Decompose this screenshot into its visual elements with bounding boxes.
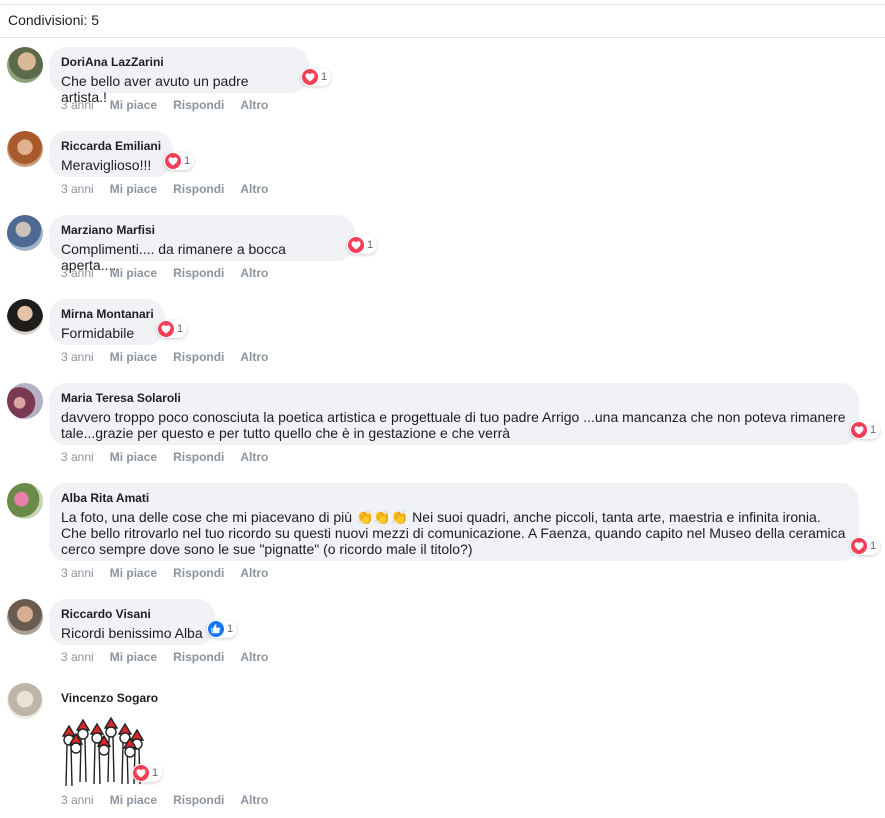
comment-time[interactable]: 3 anni — [61, 98, 94, 112]
more-link[interactable]: Altro — [240, 350, 268, 364]
reaction-badge[interactable]: 1 — [132, 764, 163, 782]
reaction-badge[interactable]: 1 — [207, 620, 238, 638]
reaction-count: 1 — [870, 540, 877, 552]
like-link[interactable]: Mi piace — [110, 350, 157, 364]
comment-time[interactable]: 3 anni — [61, 182, 94, 196]
like-link[interactable]: Mi piace — [110, 650, 157, 664]
comment-actions: 3 anni Mi piace Rispondi Altro — [61, 350, 284, 364]
comment-actions: 3 anni Mi piace Rispondi Altro — [61, 450, 284, 464]
like-link[interactable]: Mi piace — [110, 793, 157, 807]
reaction-count: 1 — [227, 623, 234, 635]
comment-author[interactable]: DoriAna LazZarini — [61, 54, 297, 70]
avatar[interactable] — [7, 299, 43, 335]
divider — [0, 37, 885, 38]
avatar[interactable] — [7, 383, 43, 419]
reaction-badge[interactable]: 1 — [301, 68, 332, 86]
more-link[interactable]: Altro — [240, 650, 268, 664]
comment-actions: 3 anni Mi piace Rispondi Altro — [61, 650, 284, 664]
love-reaction-icon — [133, 765, 149, 781]
more-link[interactable]: Altro — [240, 450, 268, 464]
love-reaction-icon — [302, 69, 318, 85]
comment-author[interactable]: Maria Teresa Solaroli — [61, 390, 847, 406]
top-border — [0, 0, 885, 5]
comment-author[interactable]: Riccarda Emiliani — [61, 138, 161, 154]
reply-link[interactable]: Rispondi — [173, 182, 224, 196]
reply-link[interactable]: Rispondi — [173, 650, 224, 664]
comment-bubble: Vincenzo Sogaro — [49, 683, 179, 707]
comment-bubble: DoriAna LazZarini Che bello aver avuto u… — [49, 47, 309, 105]
comment-bubble: Marziano Marfisi Complimenti.... da rima… — [49, 215, 355, 273]
comment-author[interactable]: Riccardo Visani — [61, 606, 203, 622]
like-link[interactable]: Mi piace — [110, 182, 157, 196]
comment-text: davvero troppo poco conosciuta la poetic… — [61, 409, 846, 441]
reply-link[interactable]: Rispondi — [173, 450, 224, 464]
comment-text: La foto, una delle cose che mi piacevano… — [61, 509, 847, 557]
comment-time[interactable]: 3 anni — [61, 566, 94, 580]
love-reaction-icon — [165, 153, 181, 169]
comment-time[interactable]: 3 anni — [61, 350, 94, 364]
comment-text: Ricordi benissimo Alba — [61, 625, 203, 641]
like-link[interactable]: Mi piace — [110, 566, 157, 580]
more-link[interactable]: Altro — [240, 182, 268, 196]
comment-actions: 3 anni Mi piace Rispondi Altro — [61, 98, 284, 112]
comment-bubble: Mirna Montanari Formidabile — [49, 299, 165, 345]
comment-time[interactable]: 3 anni — [61, 793, 94, 807]
avatar[interactable] — [7, 47, 43, 83]
like-link[interactable]: Mi piace — [110, 266, 157, 280]
comment-author[interactable]: Vincenzo Sogaro — [61, 690, 167, 706]
comment-author[interactable]: Alba Rita Amati — [61, 490, 847, 506]
comment-text: Formidabile — [61, 325, 135, 341]
comment-text: Meraviglioso!!! — [61, 157, 152, 173]
comment-text-part: La foto, una delle cose che mi piacevano… — [61, 509, 356, 525]
comment-time[interactable]: 3 anni — [61, 450, 94, 464]
reaction-count: 1 — [177, 323, 184, 335]
reaction-count: 1 — [184, 155, 191, 167]
comment-bubble: Riccarda Emiliani Meraviglioso!!! — [49, 131, 173, 177]
reply-link[interactable]: Rispondi — [173, 266, 224, 280]
avatar[interactable] — [7, 215, 43, 251]
reaction-badge[interactable]: 1 — [850, 421, 881, 439]
comment-actions: 3 anni Mi piace Rispondi Altro — [61, 566, 284, 580]
reply-link[interactable]: Rispondi — [173, 793, 224, 807]
comment-actions: 3 anni Mi piace Rispondi Altro — [61, 266, 284, 280]
comment-bubble: Maria Teresa Solaroli davvero troppo poc… — [49, 383, 859, 445]
comment-time[interactable]: 3 anni — [61, 650, 94, 664]
more-link[interactable]: Altro — [240, 266, 268, 280]
comment-actions: 3 anni Mi piace Rispondi Altro — [61, 793, 284, 807]
love-reaction-icon — [348, 237, 364, 253]
like-reaction-icon — [208, 621, 224, 637]
like-link[interactable]: Mi piace — [110, 450, 157, 464]
reaction-count: 1 — [367, 239, 374, 251]
reaction-badge[interactable]: 1 — [347, 236, 378, 254]
clapping-hands-icon: 👏👏👏 — [355, 509, 409, 525]
comment-actions: 3 anni Mi piace Rispondi Altro — [61, 182, 284, 196]
avatar[interactable] — [7, 483, 43, 519]
comment-author[interactable]: Mirna Montanari — [61, 306, 154, 322]
avatar[interactable] — [7, 599, 43, 635]
reaction-badge[interactable]: 1 — [157, 320, 188, 338]
avatar[interactable] — [7, 131, 43, 167]
more-link[interactable]: Altro — [240, 98, 268, 112]
shares-count[interactable]: Condivisioni: 5 — [8, 12, 99, 28]
reaction-badge[interactable]: 1 — [850, 537, 881, 555]
like-link[interactable]: Mi piace — [110, 98, 157, 112]
love-reaction-icon — [158, 321, 174, 337]
comment-author[interactable]: Marziano Marfisi — [61, 222, 343, 238]
comment-time[interactable]: 3 anni — [61, 266, 94, 280]
comment-bubble: Alba Rita Amati La foto, una delle cose … — [49, 483, 859, 561]
reply-link[interactable]: Rispondi — [173, 98, 224, 112]
reply-link[interactable]: Rispondi — [173, 350, 224, 364]
avatar[interactable] — [7, 683, 43, 719]
comment-bubble: Riccardo Visani Ricordi benissimo Alba — [49, 599, 215, 645]
reaction-badge[interactable]: 1 — [164, 152, 195, 170]
love-reaction-icon — [851, 422, 867, 438]
reaction-count: 1 — [152, 767, 159, 779]
more-link[interactable]: Altro — [240, 793, 268, 807]
reply-link[interactable]: Rispondi — [173, 566, 224, 580]
reaction-count: 1 — [321, 71, 328, 83]
more-link[interactable]: Altro — [240, 566, 268, 580]
love-reaction-icon — [851, 538, 867, 554]
reaction-count: 1 — [870, 424, 877, 436]
christmas-figures-sticker[interactable] — [61, 716, 145, 795]
